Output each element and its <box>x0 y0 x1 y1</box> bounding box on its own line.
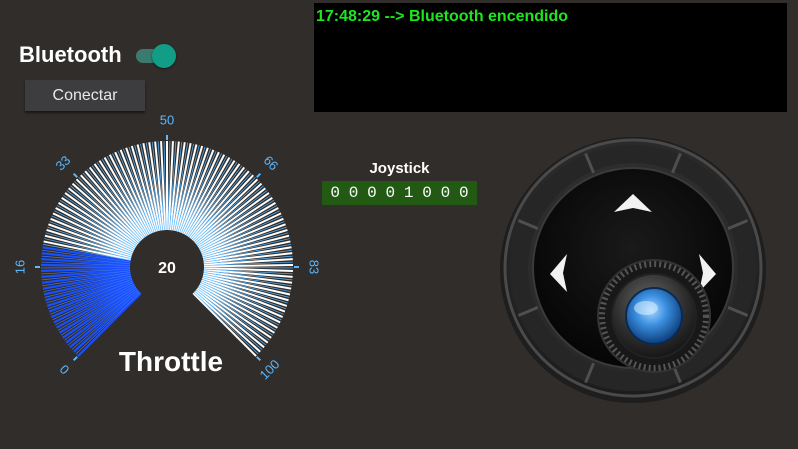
gauge-tick-label: 0 <box>57 362 73 378</box>
app-screen: Bluetooth Conectar 17:48:29 --> Bluetoot… <box>0 0 798 449</box>
joystick-bit: 0 <box>385 184 396 202</box>
joystick-bit: 0 <box>459 184 469 202</box>
gauge-tick <box>72 172 78 178</box>
connect-button[interactable]: Conectar <box>25 80 145 111</box>
gauge-tick-label: 100 <box>257 357 283 383</box>
bluetooth-row: Bluetooth <box>19 42 178 68</box>
joystick-label: Joystick <box>369 160 430 177</box>
gauge-lines <box>40 141 294 357</box>
joystick-bit: 0 <box>422 184 432 202</box>
gauge-tick-label: 66 <box>261 153 282 174</box>
throttle-label: Throttle <box>119 346 223 377</box>
joystick-pad[interactable] <box>492 132 778 418</box>
gauge-tick-label: 83 <box>307 260 322 274</box>
joystick-bits: 00001000 <box>322 181 477 205</box>
gauge-tick-label: 16 <box>12 260 27 274</box>
joystick-bit: 0 <box>440 184 451 202</box>
bluetooth-toggle[interactable] <box>134 43 178 68</box>
throttle-gauge[interactable]: 0 16 33 50 66 83 100 20 Throttle <box>0 112 340 412</box>
gauge-tick-label: 50 <box>160 112 174 127</box>
joystick-bit: 1 <box>403 184 414 202</box>
gauge-tick <box>72 356 78 362</box>
joystick-bit: 0 <box>367 184 377 202</box>
joystick-bit: 0 <box>348 184 359 202</box>
log-line: 17:48:29 --> Bluetooth encendido <box>316 8 569 25</box>
gauge-tick <box>256 356 262 362</box>
log-console: 17:48:29 --> Bluetooth encendido <box>314 3 787 112</box>
joystick-knob[interactable] <box>597 259 711 373</box>
bluetooth-label: Bluetooth <box>19 42 122 67</box>
throttle-value: 20 <box>158 260 176 277</box>
toggle-thumb <box>151 44 176 68</box>
gauge-tick-label: 33 <box>53 153 74 174</box>
gauge-tick <box>256 172 262 178</box>
